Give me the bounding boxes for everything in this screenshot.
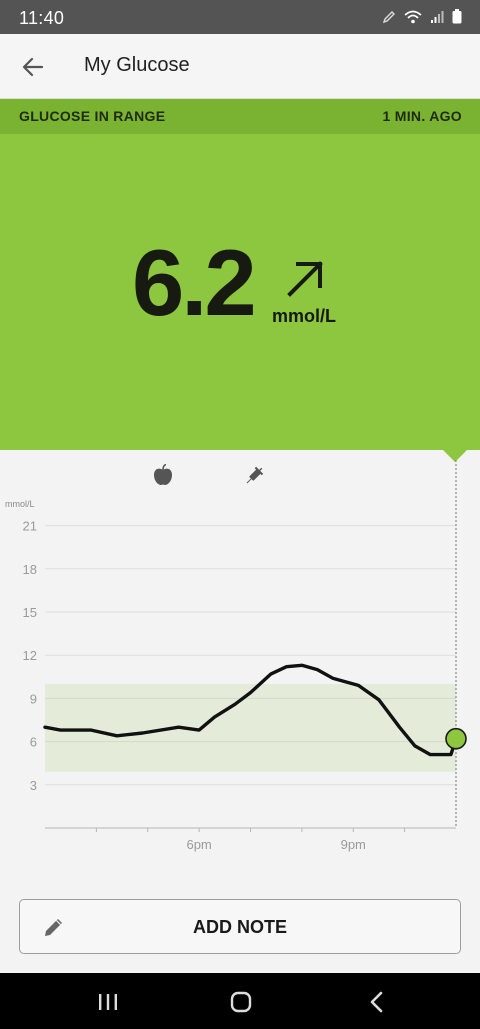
last-updated-text: 1 MIN. AGO <box>382 108 462 124</box>
signal-icon <box>431 10 444 23</box>
wifi-icon <box>404 10 422 23</box>
add-note-button[interactable]: ADD NOTE <box>19 899 461 954</box>
glucose-unit: mmol/L <box>272 306 337 326</box>
pencil-icon <box>382 10 395 23</box>
back-icon <box>370 991 383 1013</box>
y-tick-label: 18 <box>23 562 37 577</box>
current-reading-dot[interactable] <box>445 727 467 750</box>
y-tick-label: 21 <box>23 519 37 534</box>
system-nav-bar <box>0 973 480 1029</box>
arrow-left-icon <box>22 57 44 77</box>
y-tick-label: 15 <box>23 605 37 620</box>
status-icons <box>382 9 462 24</box>
status-bar: 11:40 <box>0 0 480 34</box>
y-tick-label: 12 <box>23 648 37 663</box>
recents-icon <box>99 994 117 1010</box>
y-tick-label: 9 <box>30 691 37 706</box>
back-button[interactable] <box>18 52 48 82</box>
y-tick-label: 3 <box>30 778 37 793</box>
glucose-value: 6.2 <box>132 230 257 335</box>
x-tick-label: 6pm <box>186 837 211 852</box>
range-status-strip: GLUCOSE IN RANGE 1 MIN. AGO <box>0 99 480 134</box>
x-tick-label: 9pm <box>341 837 366 852</box>
home-button[interactable] <box>228 989 254 1015</box>
range-status-text: GLUCOSE IN RANGE <box>19 108 166 124</box>
app-bar: My Glucose <box>0 34 480 99</box>
chart-canvas: mmol/L 3 6 9 12 15 18 21 6pm 9pm <box>5 460 467 852</box>
page-title: My Glucose <box>84 54 190 76</box>
system-back-button[interactable] <box>364 989 390 1015</box>
home-icon <box>230 991 252 1013</box>
add-note-label: ADD NOTE <box>193 917 287 937</box>
battery-icon <box>452 9 462 24</box>
chart-unit-label: mmol/L <box>5 499 35 509</box>
status-time: 11:40 <box>19 8 65 28</box>
glucose-chart[interactable]: mmol/L 3 6 9 12 15 18 21 6pm 9pm <box>0 450 480 880</box>
target-range-band <box>45 684 456 772</box>
arrow-up-right-icon <box>287 261 323 297</box>
y-tick-label: 6 <box>30 735 37 750</box>
recents-button[interactable] <box>95 989 121 1015</box>
glucose-reading-panel: 6.2 mmol/L <box>0 134 480 450</box>
